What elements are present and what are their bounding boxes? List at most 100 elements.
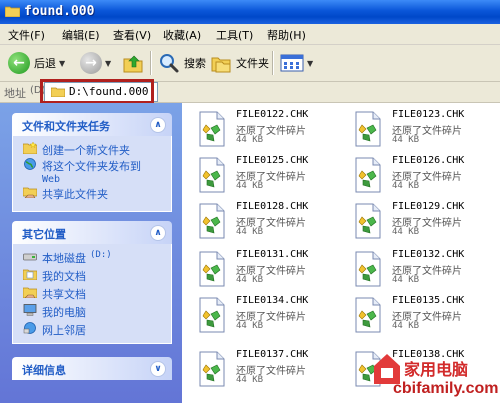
task-label-web: Web [42,174,61,185]
task-share-folder[interactable]: 共享此文件夹 [23,186,108,202]
watermark-url: cbifamily.com [393,380,499,397]
title-bar[interactable]: found.000 [0,0,500,24]
place-label: 网上邻居 [42,324,86,337]
file-item[interactable]: FILE0123.CHK 还原了文件碎片 44 KB [354,109,500,155]
file-size: 44 KB [236,321,264,331]
back-button[interactable]: ← 后退 ▼ [8,49,65,77]
back-label: 后退 [34,57,56,70]
folder-icon [5,6,20,17]
file-item[interactable]: FILE0135.CHK 还原了文件碎片 44 KB [354,295,500,341]
toolbar-separator [150,51,152,75]
file-item[interactable]: FILE0129.CHK 还原了文件碎片 44 KB [354,201,500,247]
menu-file[interactable]: 文件(F) [8,27,45,43]
chk-file-icon [355,111,381,147]
chk-file-icon [355,157,381,193]
file-size: 44 KB [392,181,420,191]
file-name: FILE0128.CHK [236,201,309,212]
details-panel-header[interactable]: 详细信息 ∨ [12,357,172,380]
file-size: 44 KB [236,135,264,145]
folders-icon [211,57,231,73]
file-name: FILE0137.CHK [236,349,309,360]
chk-file-icon [199,203,225,239]
collapse-icon[interactable]: ∧ [150,117,166,133]
place-suffix: (D:) [90,250,112,260]
search-button[interactable]: 搜索 [158,49,206,77]
file-size: 44 KB [392,321,420,331]
tasks-panel-header[interactable]: 文件和文件夹任务 ∧ [12,113,172,136]
address-highlight-box [40,79,154,104]
chk-file-icon [199,157,225,193]
folders-button[interactable]: 文件夹 [210,49,269,77]
file-item[interactable]: FILE0128.CHK 还原了文件碎片 44 KB [198,201,348,247]
place-label: 我的文档 [42,270,86,283]
task-label: 创建一个新文件夹 [42,144,130,157]
dropdown-arrow-icon[interactable]: ▼ [59,59,65,68]
chk-file-icon [355,297,381,333]
chk-file-icon [199,351,225,387]
place-my-documents[interactable]: 我的文档 [23,268,86,284]
views-button[interactable]: ▼ [280,49,313,77]
place-network[interactable]: 网上邻居 [23,322,86,338]
forward-arrow-icon: → [80,52,102,74]
details-panel-title: 详细信息 [22,364,66,377]
back-arrow-icon: ← [8,52,30,74]
places-panel-body: 本地磁盘 (D:) 我的文档 共享文档 我的电脑 网上邻居 [12,244,172,344]
file-name: FILE0135.CHK [392,295,465,306]
collapse-icon[interactable]: ∧ [150,225,166,241]
dropdown-arrow-icon[interactable]: ▼ [307,59,313,68]
file-size: 44 KB [392,275,420,285]
places-panel-title: 其它位置 [22,228,66,241]
publish-web-icon [24,158,36,170]
file-name: FILE0134.CHK [236,295,309,306]
task-pane: 文件和文件夹任务 ∧ 创建一个新文件夹 将这个文件夹发布到 Web 共享此文件夹… [0,103,182,403]
place-my-computer[interactable]: 我的电脑 [23,304,86,320]
up-folder-button[interactable] [122,49,144,77]
task-publish-web[interactable]: 将这个文件夹发布到 Web [23,158,141,185]
window-title: found.000 [24,4,95,19]
menu-view[interactable]: 查看(V) [113,27,151,43]
file-item[interactable]: FILE0126.CHK 还原了文件碎片 44 KB [354,155,500,201]
folders-label: 文件夹 [236,57,269,70]
file-item[interactable]: FILE0131.CHK 还原了文件碎片 44 KB [198,249,348,295]
file-name: FILE0132.CHK [392,249,465,260]
place-label: 我的电脑 [42,306,86,319]
search-icon [160,54,179,73]
share-folder-icon [23,187,37,198]
file-name: FILE0125.CHK [236,155,309,166]
chk-file-icon [199,297,225,333]
up-folder-icon [123,55,143,73]
place-label: 共享文档 [42,288,86,301]
views-icon [280,54,304,72]
chk-file-icon [199,251,225,287]
file-item[interactable]: FILE0122.CHK 还原了文件碎片 44 KB [198,109,348,155]
menu-favorites[interactable]: 收藏(A) [163,27,201,43]
toolbar: ← 后退 ▼ → ▼ 搜索 文件夹 ▼ [0,45,500,82]
forward-button[interactable]: → ▼ [80,49,111,77]
network-places-icon [23,322,36,334]
file-item[interactable]: FILE0137.CHK 还原了文件碎片 44 KB [198,349,348,395]
file-size: 44 KB [236,227,264,237]
chk-file-icon [355,251,381,287]
search-label: 搜索 [184,57,206,70]
places-panel-header[interactable]: 其它位置 ∧ [12,221,172,244]
place-shared-documents[interactable]: 共享文档 [23,286,86,302]
task-new-folder[interactable]: 创建一个新文件夹 [23,142,130,158]
file-name: FILE0126.CHK [392,155,465,166]
tasks-panel-title: 文件和文件夹任务 [22,120,110,133]
new-folder-icon [23,142,37,154]
expand-icon[interactable]: ∨ [150,361,166,377]
file-item[interactable]: FILE0125.CHK 还原了文件碎片 44 KB [198,155,348,201]
my-computer-icon [23,304,37,316]
dropdown-arrow-icon[interactable]: ▼ [105,59,111,68]
menu-help[interactable]: 帮助(H) [267,27,306,43]
menu-edit[interactable]: 编辑(E) [62,27,100,43]
menu-tools[interactable]: 工具(T) [216,27,253,43]
file-item[interactable]: FILE0132.CHK 还原了文件碎片 44 KB [354,249,500,295]
file-size: 44 KB [236,375,264,385]
watermark-brand: 家用电脑 [404,360,469,379]
place-local-disk[interactable]: 本地磁盘 (D:) [23,250,112,266]
chk-file-icon [199,111,225,147]
file-item[interactable]: FILE0134.CHK 还原了文件碎片 44 KB [198,295,348,341]
file-name: FILE0122.CHK [236,109,309,120]
file-name: FILE0131.CHK [236,249,309,260]
